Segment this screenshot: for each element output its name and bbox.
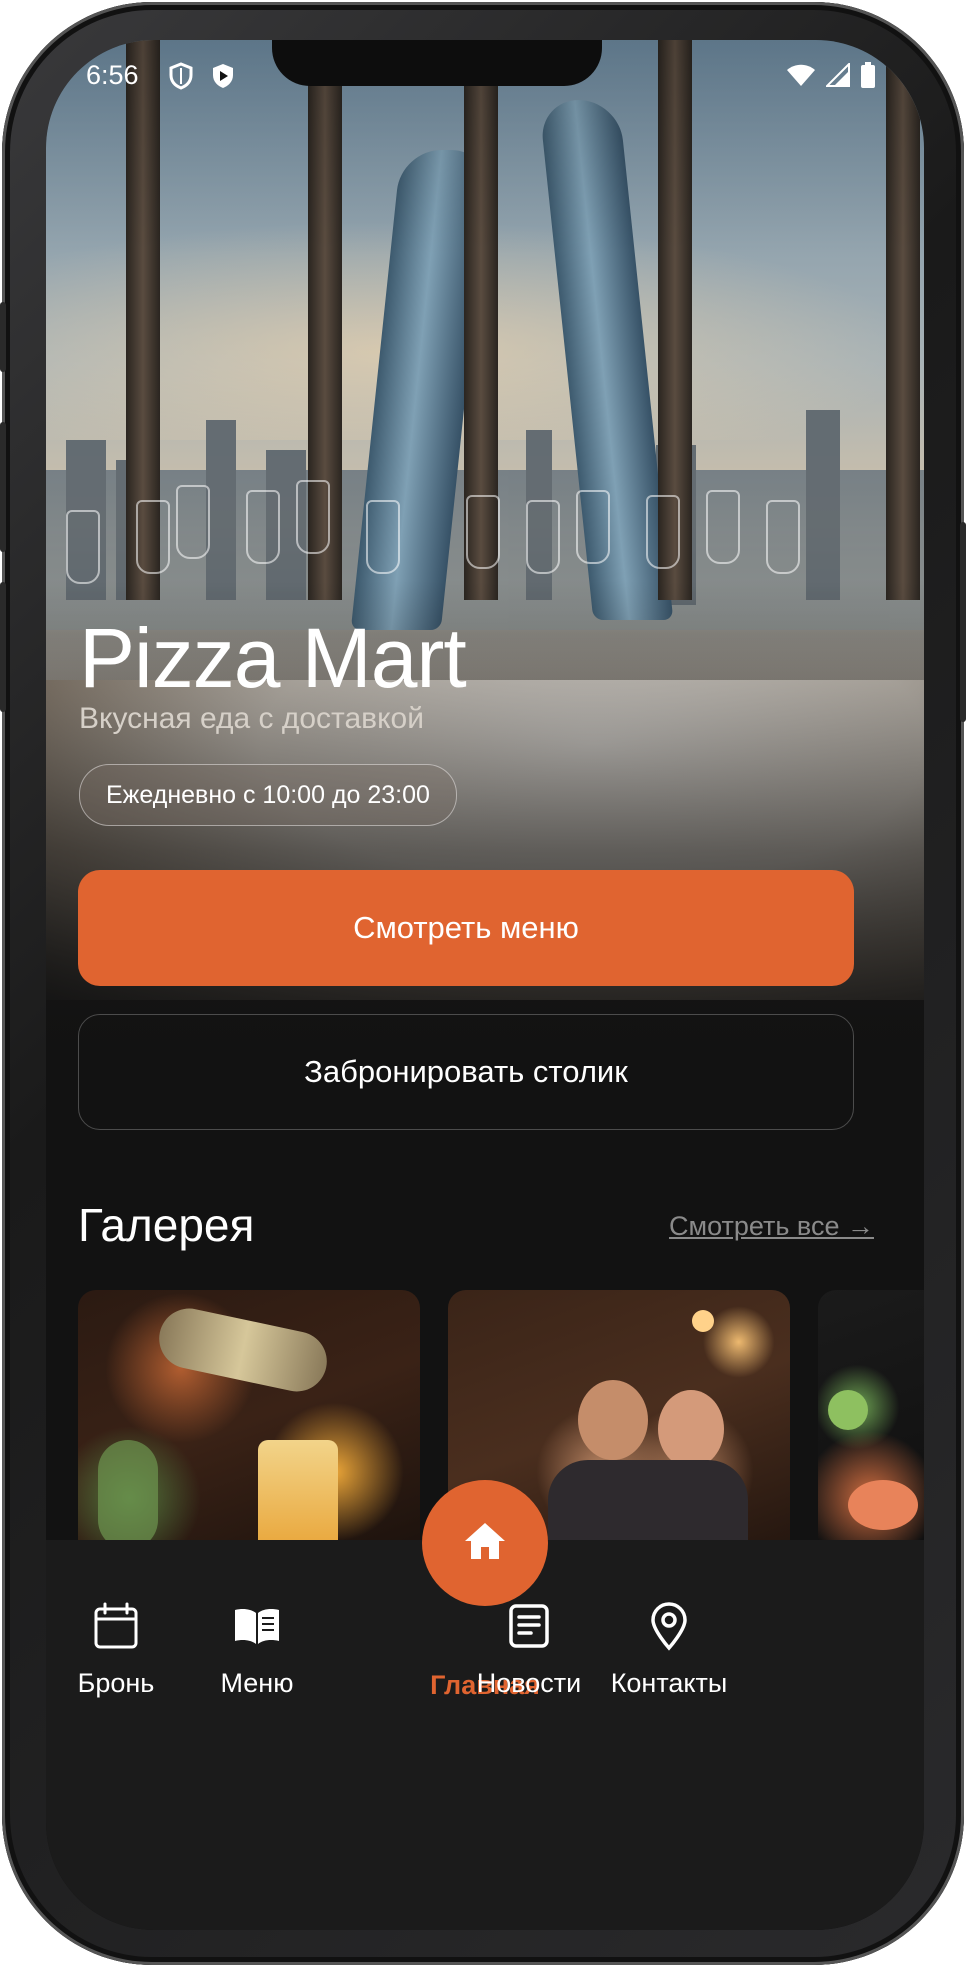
- tab-booking[interactable]: Бронь: [46, 1600, 191, 1699]
- restaurant-title: Pizza Mart: [79, 611, 467, 705]
- news-icon: [503, 1600, 555, 1652]
- battery-icon: [860, 62, 876, 93]
- shield-outline-icon: [168, 62, 194, 90]
- tab-contacts-label: Контакты: [610, 1668, 728, 1698]
- opening-hours-badge: Ежедневно с 10:00 до 23:00: [79, 764, 457, 826]
- app-screen: 6:56 Pizza Mart Вкусная еда с доставкой …: [46, 40, 924, 1930]
- status-time: 6:56: [86, 60, 139, 90]
- volume-up-button: [0, 422, 6, 552]
- gallery-see-all-link[interactable]: Смотреть все →: [669, 1211, 874, 1242]
- home-icon: [463, 1521, 507, 1566]
- tab-contacts[interactable]: Контакты: [594, 1600, 744, 1699]
- phone-frame: 6:56 Pizza Mart Вкусная еда с доставкой …: [0, 2, 966, 1965]
- wifi-icon: [786, 63, 816, 92]
- opening-hours-text: Ежедневно с 10:00 до 23:00: [106, 780, 430, 809]
- mute-switch: [0, 302, 6, 372]
- restaurant-subtitle: Вкусная еда с доставкой: [79, 702, 424, 735]
- tab-booking-label: Бронь: [77, 1668, 155, 1698]
- volume-down-button: [0, 582, 6, 712]
- view-menu-label: Смотреть меню: [353, 910, 579, 945]
- view-menu-button[interactable]: Смотреть меню: [78, 870, 854, 986]
- tab-menu-label: Меню: [220, 1668, 294, 1698]
- tab-home[interactable]: [422, 1480, 548, 1606]
- gallery-photo-sushi[interactable]: [818, 1290, 924, 1550]
- calendar-icon: [90, 1600, 142, 1652]
- tab-menu[interactable]: Меню: [182, 1600, 332, 1699]
- location-pin-icon: [643, 1600, 695, 1652]
- power-button: [960, 522, 966, 722]
- tab-news-label: Новости: [476, 1668, 582, 1698]
- gallery-title: Галерея: [78, 1199, 255, 1251]
- shield-play-icon: [210, 62, 236, 90]
- cellular-signal-icon: [824, 61, 850, 92]
- tab-news[interactable]: Новости: [454, 1600, 604, 1699]
- status-bar: 6:56: [46, 40, 924, 120]
- book-icon: [231, 1600, 283, 1652]
- book-table-label: Забронировать столик: [304, 1054, 628, 1089]
- gallery-see-all-label: Смотреть все →: [669, 1211, 874, 1241]
- gallery-photo-cocktail[interactable]: [78, 1290, 420, 1550]
- book-table-button[interactable]: Забронировать столик: [78, 1014, 854, 1130]
